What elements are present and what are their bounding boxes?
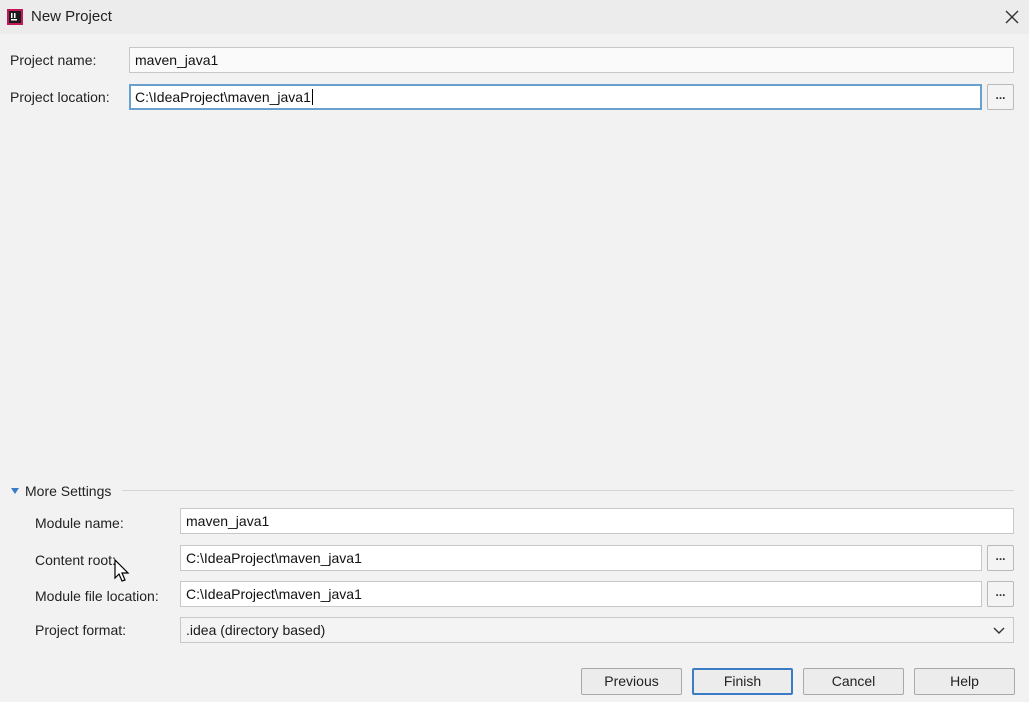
more-settings-toggle[interactable]: More Settings — [25, 483, 111, 499]
module-file-location-field[interactable]: C:\IdeaProject\maven_java1 — [180, 581, 982, 607]
project-location-browse-button[interactable]: ... — [987, 84, 1014, 110]
module-name-field[interactable]: maven_java1 — [180, 508, 1014, 534]
project-format-value: .idea (directory based) — [186, 622, 326, 638]
window-title: New Project — [31, 8, 112, 25]
close-button[interactable] — [998, 4, 1026, 30]
finish-button[interactable]: Finish — [692, 668, 793, 695]
project-name-field[interactable]: maven_java1 — [129, 47, 1014, 73]
help-button[interactable]: Help — [914, 668, 1015, 695]
previous-button[interactable]: Previous — [581, 668, 682, 695]
section-divider — [122, 490, 1014, 491]
text-caret — [311, 89, 313, 105]
project-name-label: Project name: — [10, 52, 97, 68]
cancel-button[interactable]: Cancel — [803, 668, 904, 695]
intellij-app-icon — [6, 8, 24, 26]
project-format-select[interactable]: .idea (directory based) — [180, 617, 1014, 643]
module-file-location-label: Module file location: — [35, 588, 159, 604]
project-location-value: C:\IdeaProject\maven_java1 — [135, 89, 311, 105]
content-root-browse-button[interactable]: ... — [987, 545, 1014, 571]
chevron-down-icon — [993, 627, 1005, 634]
expand-triangle-icon[interactable] — [11, 488, 19, 494]
project-format-label: Project format: — [35, 622, 127, 638]
content-root-field[interactable]: C:\IdeaProject\maven_java1 — [180, 545, 982, 571]
module-file-location-browse-button[interactable]: ... — [987, 581, 1014, 607]
content-root-label: Content root: — [35, 552, 116, 568]
project-location-field[interactable]: C:\IdeaProject\maven_java1 — [129, 84, 982, 110]
module-name-label: Module name: — [35, 515, 124, 531]
project-location-label: Project location: — [10, 89, 110, 105]
close-icon — [1005, 10, 1019, 24]
mouse-cursor-icon — [114, 558, 130, 582]
title-bar: New Project — [0, 0, 1029, 34]
